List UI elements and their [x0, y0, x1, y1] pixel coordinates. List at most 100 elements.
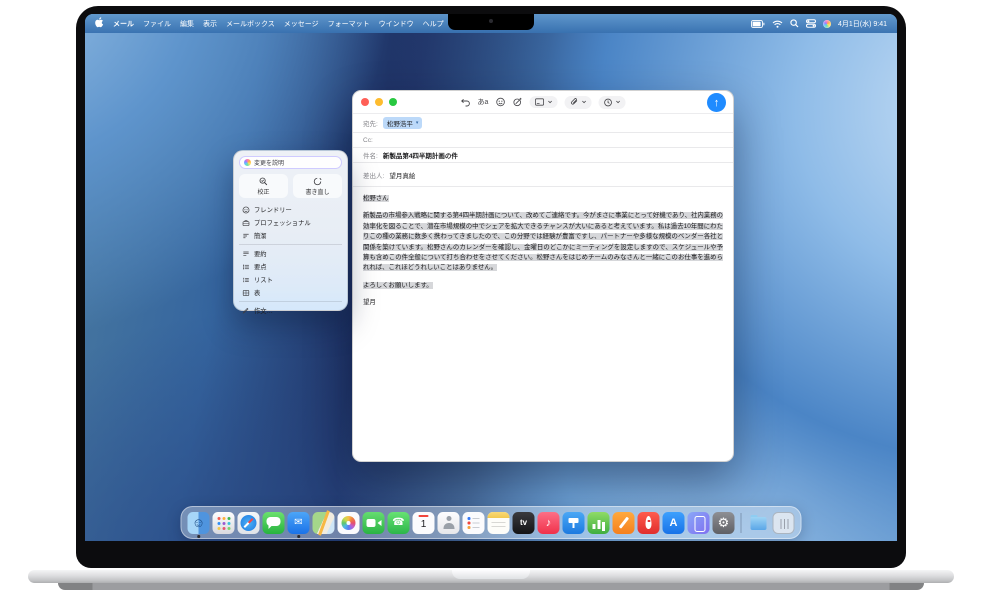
close-button[interactable] — [361, 98, 369, 106]
menu-view[interactable]: 表示 — [203, 19, 217, 29]
apple-menu-icon[interactable] — [95, 17, 104, 30]
smiley-icon — [241, 206, 250, 214]
dock-icon-contacts[interactable] — [438, 512, 460, 534]
key-points-item[interactable]: 要点 — [239, 260, 342, 273]
subject-label: 件名: — [363, 150, 378, 160]
dock-icon-safari[interactable] — [238, 512, 260, 534]
tone-friendly-item[interactable]: フレンドリー — [239, 203, 342, 216]
tone-concise-label: 簡潔 — [254, 231, 267, 240]
camera-notch — [448, 14, 534, 30]
rewrite-label: 書き直し — [305, 187, 329, 196]
compose-label: 作文… — [254, 306, 273, 315]
macbook-base-notch — [452, 570, 530, 579]
minimize-button[interactable] — [375, 98, 383, 106]
to-field[interactable]: 宛先: 松野浩平 ▾ — [353, 114, 733, 133]
menu-app-name[interactable]: メール — [113, 19, 134, 29]
chevron-down-icon — [547, 100, 552, 104]
summary-item[interactable]: 要約 — [239, 247, 342, 260]
body-paragraph: 新製品の市場参入戦略に関する第4四半期計画について、改めてご連絡です。今がまさに… — [363, 212, 723, 271]
dock-icon-reminders[interactable] — [463, 512, 485, 534]
dock-icon-numbers[interactable] — [588, 512, 610, 534]
running-indicator — [297, 535, 300, 538]
to-label: 宛先: — [363, 118, 378, 128]
rewrite-pencil-icon — [313, 177, 322, 186]
menu-format[interactable]: フォーマット — [328, 19, 370, 29]
message-body[interactable]: 松野さん 新製品の市場参入戦略に関する第4四半期計画について、改めてご連絡です。… — [353, 187, 733, 322]
key-points-label: 要点 — [254, 262, 267, 271]
dock-icon-launchpad[interactable] — [213, 512, 235, 534]
menu-help[interactable]: ヘルプ — [423, 19, 444, 29]
dock-icon-finder[interactable]: ☺ — [188, 512, 210, 534]
chevron-down-icon — [615, 100, 620, 104]
running-indicator — [197, 535, 200, 538]
from-value: 望月真絵 — [389, 170, 415, 180]
dock-icon-messages[interactable] — [263, 512, 285, 534]
menu-bar-clock[interactable]: 4月1日(水) 9:41 — [838, 19, 887, 29]
recipient-token[interactable]: 松野浩平 ▾ — [383, 117, 423, 129]
dock: ☺ ✉ ☎ 1 tv ♪ A ⚙ — [181, 506, 802, 539]
from-field[interactable]: 差出人: 望月真絵 — [353, 163, 733, 187]
dock-icon-system-settings[interactable]: ⚙ — [713, 512, 735, 534]
desktop: メール ファイル 編集 表示 メールボックス メッセージ フォーマット ウインド… — [85, 14, 897, 541]
writing-tools-popup: 変更を説明 校正 書き直し フレンドリー プロフェ — [233, 150, 348, 311]
menu-file[interactable]: ファイル — [143, 19, 171, 29]
writing-tools-button[interactable] — [512, 97, 522, 107]
dock-icon-rocket-app[interactable] — [638, 512, 660, 534]
send-later-button[interactable] — [598, 96, 625, 109]
dock-icon-keynote[interactable] — [563, 512, 585, 534]
body-closing: よろしくお願いします。 — [363, 282, 433, 289]
menu-mailbox[interactable]: メールボックス — [226, 19, 275, 29]
dock-icon-photos[interactable] — [338, 512, 360, 534]
list-item-option[interactable]: リスト — [239, 273, 342, 286]
compose-pencil-icon — [241, 307, 250, 315]
menu-window[interactable]: ウインドウ — [379, 19, 414, 29]
dock-icon-mail[interactable]: ✉ — [288, 512, 310, 534]
zoom-button[interactable] — [389, 98, 397, 106]
dock-icon-calendar[interactable]: 1 — [413, 512, 435, 534]
control-center-icon[interactable] — [806, 19, 816, 28]
dock-icon-facetime[interactable] — [363, 512, 385, 534]
battery-icon[interactable] — [751, 20, 765, 28]
apple-intelligence-icon — [244, 159, 251, 166]
list-label: リスト — [254, 275, 273, 284]
divider — [239, 244, 342, 245]
attach-file-button[interactable] — [564, 96, 591, 109]
format-options-button[interactable] — [529, 96, 557, 108]
dock-icon-apple-tv[interactable]: tv — [513, 512, 535, 534]
dock-icon-trash[interactable] — [773, 512, 795, 534]
menu-edit[interactable]: 編集 — [180, 19, 194, 29]
dock-icon-pages[interactable] — [613, 512, 635, 534]
describe-change-field[interactable]: 変更を説明 — [239, 156, 342, 169]
compose-item[interactable]: 作文… — [239, 304, 342, 317]
emoji-button[interactable] — [495, 97, 505, 107]
table-item[interactable]: 表 — [239, 286, 342, 299]
cc-label: Cc: — [363, 137, 373, 144]
magnifier-check-icon — [259, 177, 268, 186]
recipient-name: 松野浩平 — [387, 118, 413, 128]
tone-concise-item[interactable]: 簡潔 — [239, 229, 342, 242]
subject-field[interactable]: 件名: 新製品第4四半期計画の件 — [353, 148, 733, 163]
proofread-button[interactable]: 校正 — [239, 174, 288, 198]
tone-professional-item[interactable]: プロフェッショナル — [239, 216, 342, 229]
window-titlebar[interactable]: あa ↑ — [353, 91, 733, 114]
body-greeting: 松野さん — [363, 195, 389, 202]
dock-icon-maps[interactable] — [313, 512, 335, 534]
menu-message[interactable]: メッセージ — [284, 19, 319, 29]
send-button[interactable]: ↑ — [707, 93, 726, 112]
dock-icon-music[interactable]: ♪ — [538, 512, 560, 534]
rewrite-button[interactable]: 書き直し — [293, 174, 342, 198]
siri-apple-intelligence-icon[interactable] — [823, 20, 831, 28]
dock-icon-iphone-mirroring[interactable] — [688, 512, 710, 534]
dock-icon-notes[interactable] — [488, 512, 510, 534]
dock-divider — [741, 513, 742, 533]
undo-button[interactable] — [461, 98, 471, 107]
subject-value: 新製品第4四半期計画の件 — [383, 150, 458, 160]
body-signature: 望月 — [363, 299, 376, 306]
spotlight-search-icon[interactable] — [790, 19, 799, 28]
wifi-icon[interactable] — [772, 20, 783, 28]
dock-icon-downloads[interactable] — [748, 512, 770, 534]
dock-icon-phone[interactable]: ☎ — [388, 512, 410, 534]
text-format-button[interactable]: あa — [478, 97, 489, 107]
cc-field[interactable]: Cc: — [353, 133, 733, 148]
dock-icon-app-store[interactable]: A — [663, 512, 685, 534]
